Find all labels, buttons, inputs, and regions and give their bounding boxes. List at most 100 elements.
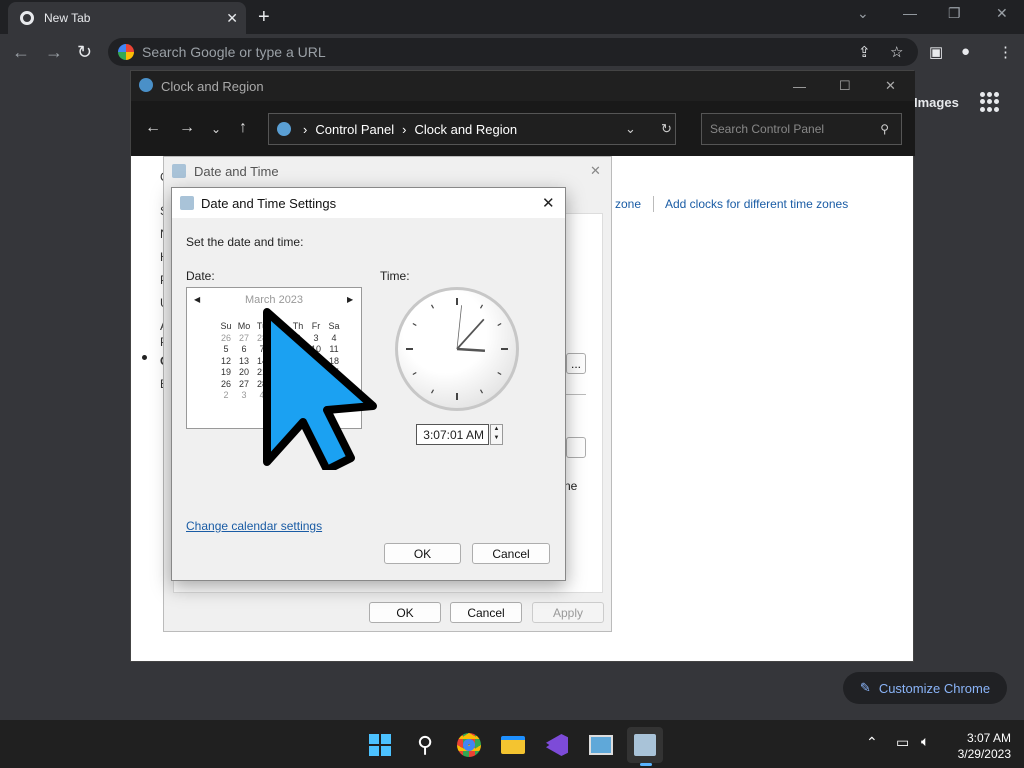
chevron-up-icon[interactable]: ⌃ — [866, 734, 878, 751]
images-link[interactable]: Images — [914, 95, 959, 110]
customize-label: Customize Chrome — [878, 680, 991, 696]
breadcrumb-clock-region[interactable]: Clock and Region — [414, 122, 517, 137]
share-icon[interactable]: ⇪ — [858, 43, 871, 61]
add-clocks-link[interactable]: Add clocks for different time zones — [665, 197, 848, 211]
maximize-icon[interactable]: ☐ — [839, 78, 851, 94]
up-arrow-icon[interactable]: ▲ — [491, 425, 502, 434]
weekday-label: Su — [220, 321, 232, 331]
cancel-button[interactable]: Cancel — [472, 543, 550, 564]
address-bar[interactable]: › Control Panel › Clock and Region ⌄ ↻ — [268, 113, 676, 145]
ok-button[interactable]: OK — [369, 602, 441, 623]
calendar-day[interactable]: 26 — [217, 333, 235, 345]
omnibox[interactable]: Search Google or type a URL — [108, 38, 918, 66]
minimize-icon[interactable]: — — [793, 79, 806, 94]
browser-tab[interactable]: New Tab ✕ — [8, 2, 246, 34]
customize-chrome-button[interactable]: ✎ Customize Chrome — [843, 672, 1007, 704]
close-icon[interactable]: ✕ — [590, 163, 601, 179]
cancel-button[interactable]: Cancel — [450, 602, 522, 623]
pencil-icon: ✎ — [859, 680, 871, 695]
back-icon[interactable]: ← — [145, 119, 161, 137]
tab-search-icon[interactable]: ⌄ — [857, 5, 869, 22]
reload-icon[interactable]: ↻ — [77, 42, 92, 63]
analog-clock — [395, 287, 519, 411]
minute-hand — [456, 318, 485, 350]
apps-grid-icon[interactable] — [980, 92, 1000, 112]
control-panel-titlebar: Clock and Region — ☐ ✕ — [131, 71, 915, 101]
ellipsis-button[interactable]: ... — [566, 353, 586, 374]
calendar-day[interactable]: 13 — [235, 356, 253, 368]
menu-icon[interactable]: ⋮ — [998, 43, 1013, 61]
clock-tick — [412, 322, 417, 327]
bookmark-star-icon[interactable]: ☆ — [890, 43, 903, 61]
calendar-day[interactable]: 27 — [235, 333, 253, 345]
calendar-day[interactable]: 19 — [217, 367, 235, 379]
calendar-day[interactable]: 6 — [235, 344, 253, 356]
clock-icon — [172, 164, 186, 178]
chrome-icon — [20, 11, 34, 25]
time-input[interactable]: 3:07:01 AM — [416, 424, 489, 445]
close-icon[interactable]: ✕ — [542, 194, 555, 212]
recent-locations-icon[interactable]: ⌄ — [211, 122, 221, 136]
network-icon[interactable]: ▭ — [896, 734, 909, 751]
up-icon[interactable]: ↑ — [239, 119, 247, 137]
breadcrumb-control-panel[interactable]: Control Panel — [315, 122, 394, 137]
refresh-icon[interactable]: ↻ — [661, 121, 672, 137]
ok-button[interactable]: OK — [384, 543, 461, 564]
clock-tick — [497, 322, 502, 327]
omnibox-placeholder: Search Google or type a URL — [142, 44, 326, 60]
back-icon[interactable]: ← — [12, 42, 30, 63]
change-calendar-settings-link[interactable]: Change calendar settings — [186, 519, 322, 533]
instruction-text: Set the date and time: — [186, 235, 304, 249]
second-hand — [456, 305, 462, 350]
calendar-day[interactable]: 20 — [235, 367, 253, 379]
time-spinner[interactable]: ▲ ▼ — [490, 424, 503, 445]
search-field[interactable]: Search Control Panel ⚲ — [701, 113, 902, 145]
partial-text: ne — [564, 479, 578, 493]
search-icon[interactable]: ⚲ — [407, 727, 443, 763]
clock-tick — [479, 304, 484, 309]
control-panel-icon — [139, 78, 153, 92]
date-time-app-icon[interactable] — [627, 727, 663, 763]
divider — [653, 196, 654, 212]
calendar-day[interactable]: 27 — [235, 379, 253, 391]
calendar-day[interactable]: 3 — [235, 390, 253, 402]
restore-icon[interactable]: ❐ — [948, 5, 961, 22]
globe-icon — [277, 122, 291, 136]
close-window-icon[interactable]: ✕ — [996, 5, 1008, 22]
calendar-day[interactable]: 26 — [217, 379, 235, 391]
forward-icon[interactable]: → — [179, 119, 195, 137]
close-icon[interactable]: ✕ — [885, 78, 896, 94]
new-tab-button[interactable]: + — [258, 6, 270, 29]
clock-tick — [479, 389, 484, 394]
settings-title: Date and Time Settings — [201, 195, 337, 211]
chrome-icon[interactable] — [451, 727, 487, 763]
clock-tick — [430, 304, 435, 309]
tab-title: New Tab — [44, 11, 91, 25]
control-panel-title: Clock and Region — [161, 78, 264, 94]
dropdown-icon[interactable]: ⌄ — [625, 121, 636, 137]
file-explorer-icon[interactable] — [495, 727, 531, 763]
visual-studio-icon[interactable] — [539, 727, 575, 763]
calendar-day[interactable]: 5 — [217, 344, 235, 356]
volume-icon[interactable]: 🔈︎ — [921, 733, 929, 750]
time-label: Time: — [380, 269, 410, 283]
date-time-titlebar: Date and Time ✕ — [164, 157, 611, 185]
breadcrumb-separator: › — [303, 121, 308, 137]
taskbar-clock[interactable]: 3:07 AM 3/29/2023 — [955, 730, 1011, 762]
mouse-cursor-icon — [263, 308, 377, 470]
side-panel-icon[interactable]: ▣ — [929, 43, 943, 61]
down-arrow-icon[interactable]: ▼ — [491, 434, 502, 443]
control-panel-icon[interactable] — [583, 727, 619, 763]
profile-icon[interactable]: ● — [961, 43, 970, 60]
calendar-day[interactable]: 12 — [217, 356, 235, 368]
start-icon[interactable] — [362, 727, 398, 763]
search-placeholder: Search Control Panel — [710, 122, 825, 136]
clock-tick — [497, 371, 502, 376]
close-tab-icon[interactable]: ✕ — [226, 10, 238, 27]
forward-icon[interactable]: → — [45, 42, 63, 63]
search-icon[interactable]: ⚲ — [880, 122, 889, 136]
calendar-day[interactable]: 2 — [217, 390, 235, 402]
change-time-zone-button[interactable] — [566, 437, 586, 458]
minimize-icon[interactable]: — — [903, 5, 917, 21]
clock-tick — [430, 389, 435, 394]
